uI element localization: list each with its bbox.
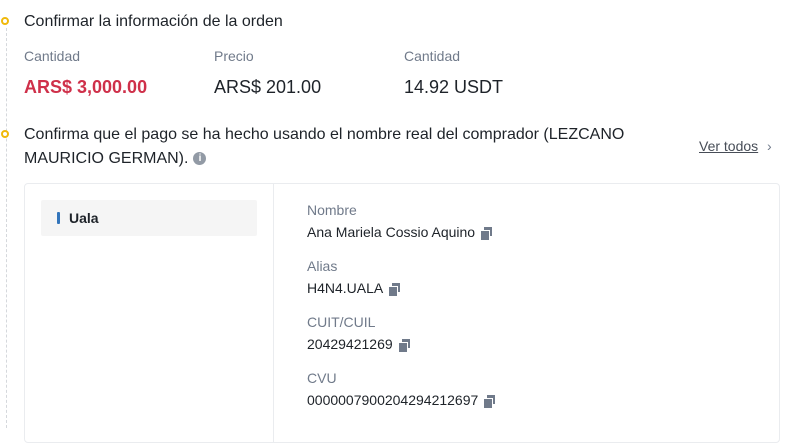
info-icon[interactable]: i: [193, 152, 207, 166]
summary-price-label: Precio: [214, 48, 254, 64]
ver-todos-link[interactable]: Ver todos: [699, 136, 758, 156]
copy-icon[interactable]: [481, 227, 493, 241]
step-2-marker: [1, 130, 9, 138]
field-cvu-row: 0000007900204294212697: [307, 390, 496, 410]
field-nombre: Nombre Ana Mariela Cossio Aquino: [307, 200, 496, 256]
summary-quantity: Cantidad 14.92 USDT: [404, 46, 594, 100]
field-alias-row: H4N4.UALA: [307, 278, 496, 298]
chevron-right-icon[interactable]: ›: [767, 136, 772, 156]
payment-fields: Nombre Ana Mariela Cossio Aquino Alias H…: [307, 200, 496, 424]
summary-amount: Cantidad ARS$ 3,000.00: [24, 46, 214, 100]
summary-amount-label: Cantidad: [24, 48, 81, 64]
field-cvu: CVU 0000007900204294212697: [307, 368, 496, 424]
copy-icon[interactable]: [484, 395, 496, 409]
field-alias-value: H4N4.UALA: [307, 280, 384, 296]
field-cuit: CUIT/CUIL 20429421269: [307, 312, 496, 368]
summary-price: Precio ARS$ 201.00: [214, 46, 404, 100]
summary-amount-value: ARS$ 3,000.00: [24, 77, 148, 97]
field-nombre-label: Nombre: [307, 202, 357, 218]
step-1-marker: [1, 17, 9, 25]
order-summary: Cantidad ARS$ 3,000.00 Precio ARS$ 201.0…: [24, 46, 594, 100]
panel-divider: [273, 184, 274, 442]
field-nombre-value: Ana Mariela Cossio Aquino: [307, 224, 476, 240]
field-cvu-value: 0000007900204294212697: [307, 392, 479, 408]
payment-method-tab-uala[interactable]: Uala: [41, 200, 257, 236]
field-alias: Alias H4N4.UALA: [307, 256, 496, 312]
payment-method-name: Uala: [69, 210, 99, 226]
summary-quantity-label: Cantidad: [404, 48, 461, 64]
copy-icon[interactable]: [389, 283, 401, 297]
payment-confirm-text: Confirma que el pago se ha hecho usando …: [24, 123, 664, 171]
step-1-title: Confirmar la información de la orden: [24, 13, 283, 30]
payment-details-panel: Uala Nombre Ana Mariela Cossio Aquino Al…: [24, 183, 780, 443]
field-cuit-row: 20429421269: [307, 334, 496, 354]
summary-price-value: ARS$ 201.00: [214, 77, 322, 97]
timeline-line: [6, 28, 7, 428]
payment-method-indicator: [57, 212, 60, 224]
field-alias-label: Alias: [307, 258, 338, 274]
summary-quantity-value: 14.92 USDT: [404, 77, 504, 97]
copy-icon[interactable]: [398, 339, 411, 353]
field-cuit-value: 20429421269: [307, 336, 393, 352]
field-nombre-row: Ana Mariela Cossio Aquino: [307, 222, 496, 242]
field-cvu-label: CVU: [307, 370, 337, 386]
payment-confirm-message: Confirma que el pago se ha hecho usando …: [24, 126, 625, 167]
field-cuit-label: CUIT/CUIL: [307, 314, 376, 330]
